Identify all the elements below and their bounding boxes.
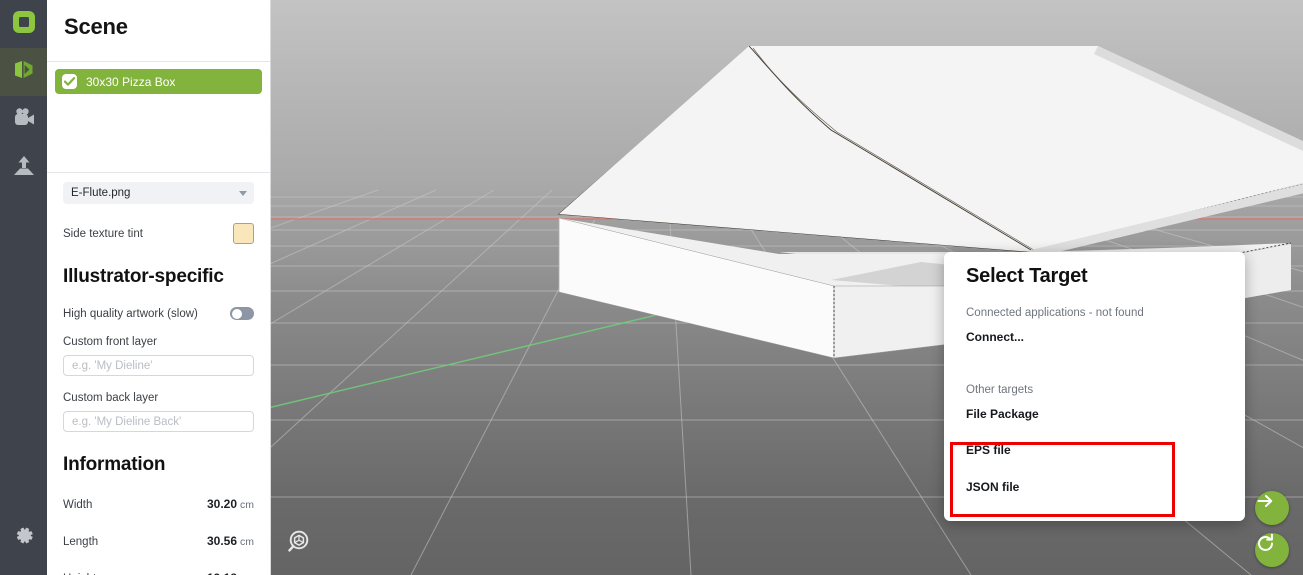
json-file-item[interactable]: JSON file (966, 480, 1223, 494)
info-row-height: Height 19.18cm (63, 569, 254, 575)
app-root: Scene 30x30 Pizza Box E-Flute.png Side t… (0, 0, 1303, 575)
shapes-icon (12, 58, 36, 87)
info-number-length: 30.56 (206, 534, 237, 548)
info-value-height: 19.18cm (207, 569, 254, 575)
information-heading: Information (63, 454, 166, 475)
custom-back-layer-label: Custom back layer (63, 392, 159, 404)
panel-body: E-Flute.png Side texture tint Illustrato… (47, 173, 270, 575)
scene-list: 30x30 Pizza Box (47, 62, 270, 151)
rail-item-designs[interactable] (0, 48, 47, 96)
scene-item-pizza-box[interactable]: 30x30 Pizza Box (55, 69, 262, 94)
file-package-item[interactable]: File Package (966, 407, 1223, 421)
connected-applications-label: Connected applications - not found (966, 307, 1144, 319)
reset-view-button[interactable] (1255, 533, 1289, 567)
info-label-width: Width (63, 499, 93, 511)
dialog-spacer (966, 344, 1223, 365)
checkbox-checked-icon[interactable] (62, 74, 77, 89)
custom-front-layer-label: Custom front layer (63, 336, 157, 348)
rail-item-settings[interactable] (0, 513, 47, 561)
info-row-width: Width 30.20 cm (63, 495, 254, 513)
custom-front-layer-input[interactable] (63, 355, 254, 376)
info-unit-length: cm (240, 536, 254, 548)
info-row-length: Length 30.56 cm (63, 532, 254, 550)
side-texture-tint-label: Side texture tint (63, 227, 143, 240)
high-quality-row: High quality artwork (slow) (63, 307, 254, 320)
other-targets-label: Other targets (966, 384, 1034, 396)
high-quality-toggle[interactable] (230, 307, 254, 320)
next-button[interactable] (1255, 491, 1289, 525)
camera-icon (12, 107, 36, 134)
info-unit-width: cm (240, 499, 254, 511)
texture-select-value: E-Flute.png (71, 187, 131, 199)
select-target-dialog: Select Target Connected applications - n… (944, 252, 1245, 521)
gear-icon (13, 524, 35, 551)
side-texture-tint-row: Side texture tint (63, 223, 254, 244)
upload-icon (11, 154, 37, 183)
high-quality-label: High quality artwork (slow) (63, 307, 198, 320)
rail-item-logo[interactable] (0, 0, 47, 48)
info-value-length: 30.56 cm (207, 532, 254, 550)
connect-item[interactable]: Connect... (966, 330, 1223, 344)
texture-select-row: E-Flute.png (63, 173, 254, 204)
info-number-height: 19.18 (207, 571, 237, 575)
rail-item-export[interactable] (0, 144, 47, 192)
custom-back-layer-input[interactable] (63, 411, 254, 432)
rail-item-render[interactable] (0, 96, 47, 144)
toggle-knob (231, 308, 242, 319)
info-number-width: 30.20 (206, 497, 237, 511)
icon-rail (0, 0, 47, 575)
chevron-down-icon (239, 191, 247, 196)
side-texture-tint-swatch[interactable] (233, 223, 254, 244)
illustrator-heading: Illustrator-specific (63, 266, 224, 287)
texture-select[interactable]: E-Flute.png (63, 182, 254, 204)
info-label-length: Length (63, 536, 99, 548)
info-value-width: 30.20 cm (207, 495, 254, 513)
scene-item-label: 30x30 Pizza Box (86, 74, 176, 89)
logo-icon (12, 10, 36, 39)
dialog-title: Select Target (966, 265, 1088, 287)
zoom-to-fit-button[interactable] (284, 528, 318, 562)
eps-file-item[interactable]: EPS file (966, 443, 1223, 457)
page-title: Scene (64, 14, 128, 39)
left-panel: Scene 30x30 Pizza Box E-Flute.png Side t… (47, 0, 271, 575)
